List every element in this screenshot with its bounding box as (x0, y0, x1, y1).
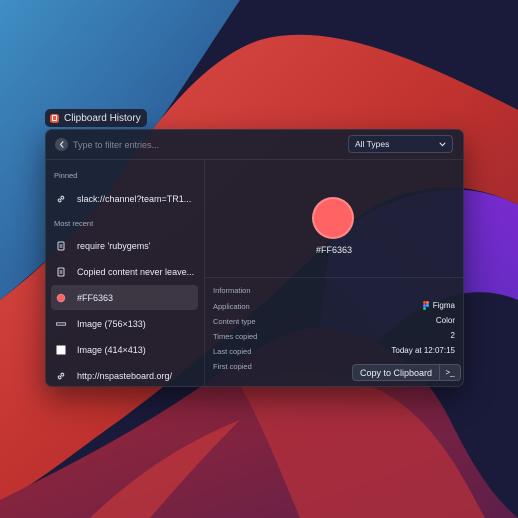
window-title-pill: Clipboard History (45, 109, 147, 127)
back-button[interactable] (55, 138, 68, 151)
search-bar: All Types (46, 130, 463, 160)
history-list: Pinned slack://channel?team=TR1... Most … (46, 160, 204, 386)
chevron-down-icon (439, 142, 446, 146)
info-value-times-copied: 2 (450, 331, 455, 340)
info-key-last-copied: Last copied (213, 347, 252, 356)
info-key-first-copied: First copied (213, 362, 252, 371)
type-filter-dropdown[interactable]: All Types (348, 135, 453, 153)
list-item[interactable]: require 'rubygems' (51, 233, 198, 258)
clipboard-history-panel: All Types Pinned slack://channel?team=TR… (45, 129, 464, 387)
info-value-content-type: Color (435, 316, 455, 325)
list-item-label: Image (414×413) (77, 344, 146, 355)
filter-input[interactable] (73, 137, 338, 153)
document-icon (56, 267, 66, 277)
list-item[interactable]: slack://channel?team=TR1... (51, 186, 198, 211)
color-swatch-icon (56, 293, 66, 303)
color-preview-swatch (312, 197, 354, 239)
copy-to-clipboard-button[interactable]: Copy to Clipboard >_ (352, 364, 462, 381)
list-item-label: Copied content never leave... (77, 266, 195, 277)
copy-to-clipboard-label: Copy to Clipboard (360, 367, 433, 378)
link-icon (56, 194, 66, 204)
recent-section-label: Most recent (54, 219, 94, 228)
image-icon (56, 345, 66, 355)
preview-color-label: #FF6363 (315, 245, 353, 255)
window-title: Clipboard History (64, 112, 141, 124)
list-item[interactable]: Image (756×133) (51, 311, 198, 336)
info-key-application: Application (213, 302, 250, 311)
list-item-label: http://nspasteboard.org/ (77, 370, 173, 381)
info-value-last-copied: Today at 12:07:15 (391, 346, 455, 355)
link-icon (56, 371, 66, 381)
list-item-label: slack://channel?team=TR1... (77, 193, 192, 204)
clipboard-app-icon (50, 113, 59, 123)
list-item[interactable]: Copied content never leave... (51, 259, 198, 284)
document-icon (56, 241, 66, 251)
figma-icon (422, 301, 429, 310)
pinned-section-label: Pinned (54, 171, 78, 180)
info-value-application: Figma (422, 301, 455, 310)
list-item-label: Image (756×133) (77, 318, 146, 329)
list-item-label: require 'rubygems' (77, 240, 151, 251)
info-key-times-copied: Times copied (213, 332, 258, 341)
list-item[interactable]: Image (414×413) (51, 337, 198, 362)
image-icon (56, 319, 66, 329)
terminal-icon[interactable]: >_ (440, 365, 460, 380)
application-name: Figma (432, 301, 455, 310)
information-heading: Information (213, 286, 251, 295)
type-filter-value: All Types (355, 139, 390, 149)
info-key-content-type: Content type (213, 317, 256, 326)
list-item[interactable]: http://nspasteboard.org/ (51, 363, 198, 386)
list-item-label: #FF6363 (77, 292, 114, 303)
list-item-selected[interactable]: #FF6363 (51, 285, 198, 310)
chevron-left-icon (59, 141, 64, 148)
preview-pane: #FF6363 (205, 160, 463, 277)
